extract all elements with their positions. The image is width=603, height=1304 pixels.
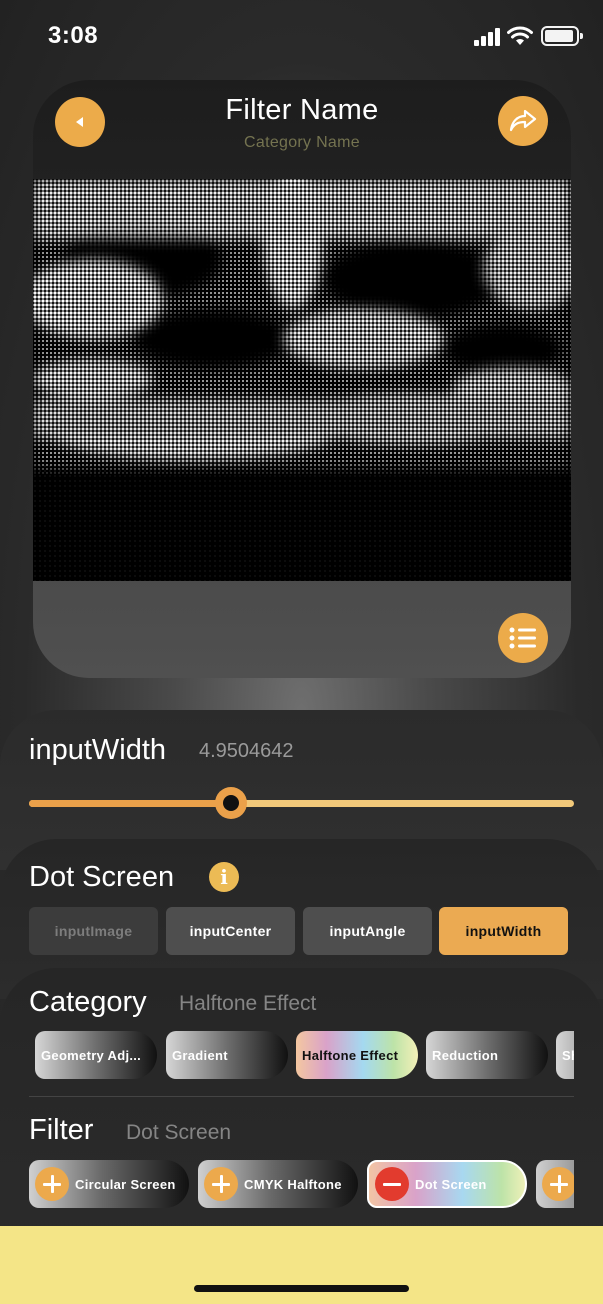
- filter-preview-image: [33, 179, 571, 581]
- category-current: Halftone Effect: [179, 992, 317, 1015]
- tab-inputcenter[interactable]: inputCenter: [166, 907, 295, 955]
- plus-icon: [542, 1167, 574, 1201]
- halftone-image: [33, 179, 571, 581]
- filter-chip-next[interactable]: [536, 1160, 574, 1208]
- filter-chip-label: CMYK Halftone: [244, 1176, 342, 1192]
- page-subtitle: Category Name: [244, 134, 360, 151]
- filter-chip-dot-screen[interactable]: Dot Screen: [367, 1160, 527, 1208]
- tab-inputimage: inputImage: [29, 907, 158, 955]
- category-chip-gradient[interactable]: Gradient: [166, 1031, 288, 1079]
- parameter-name: inputWidth: [29, 734, 167, 766]
- filter-chip-cmyk-halftone[interactable]: CMYK Halftone: [198, 1160, 358, 1208]
- list-icon: [509, 627, 536, 649]
- slider-track[interactable]: [29, 800, 574, 807]
- filter-chip-row: Circular Screen CMYK Halftone Dot Screen: [29, 1160, 574, 1212]
- home-indicator[interactable]: [194, 1285, 409, 1292]
- filter-chip-circular-screen[interactable]: Circular Screen: [29, 1160, 189, 1208]
- slider-thumb[interactable]: [214, 787, 247, 819]
- plus-icon: [204, 1167, 238, 1201]
- filter-title: Dot Screen: [29, 861, 175, 893]
- tab-inputwidth[interactable]: inputWidth: [439, 907, 568, 955]
- parameter-value: 4.9504642: [199, 740, 294, 762]
- cellular-signal-icon: [474, 28, 500, 46]
- filter-list-button[interactable]: [498, 613, 548, 663]
- category-heading: Category: [29, 986, 147, 1018]
- divider: [29, 1096, 574, 1097]
- share-icon: [509, 109, 537, 132]
- status-time: 3:08: [48, 22, 99, 49]
- tab-inputangle[interactable]: inputAngle: [303, 907, 432, 955]
- info-icon[interactable]: i: [209, 862, 239, 892]
- bottom-bar: [0, 1226, 603, 1304]
- filter-heading: Filter: [29, 1114, 94, 1146]
- battery-icon: [541, 26, 583, 46]
- category-chip-halftone[interactable]: Halftone Effect: [296, 1031, 418, 1079]
- filter-chip-label: Dot Screen: [415, 1176, 487, 1192]
- minus-icon: [375, 1167, 409, 1201]
- page-title: Filter Name: [225, 94, 379, 126]
- slider-fill: [29, 800, 231, 807]
- wifi-icon: [507, 26, 533, 45]
- share-button[interactable]: [498, 96, 548, 146]
- status-bar: 3:08: [0, 0, 603, 72]
- filter-chip-label: Circular Screen: [75, 1176, 176, 1192]
- category-chip-row: Geometry Adj... Gradient Halftone Effect…: [35, 1031, 574, 1081]
- category-chip-geometry[interactable]: Geometry Adj...: [35, 1031, 157, 1079]
- category-chip-sharpen[interactable]: Sh: [556, 1031, 574, 1079]
- category-chip-reduction[interactable]: Reduction: [426, 1031, 548, 1079]
- preview-card: Filter Name Category Name: [33, 80, 571, 678]
- filter-current: Dot Screen: [126, 1121, 232, 1144]
- plus-icon: [35, 1167, 69, 1201]
